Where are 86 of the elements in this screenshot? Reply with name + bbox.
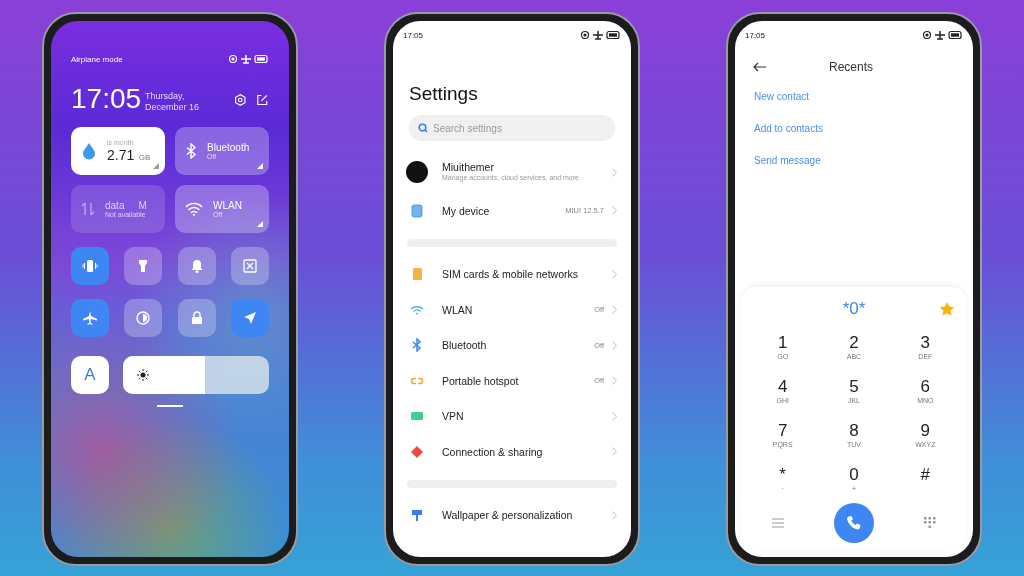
settings-icon[interactable] xyxy=(233,93,247,107)
dialed-number: *0* xyxy=(842,299,866,319)
settings-item[interactable]: Connection & sharing xyxy=(393,434,631,470)
scissors-frame-icon xyxy=(243,259,257,273)
call-button[interactable] xyxy=(834,503,874,543)
bluetooth-icon xyxy=(185,143,197,159)
data-arrows-icon xyxy=(81,201,95,217)
tile-label: Bluetooth xyxy=(207,142,250,153)
chevron-icon xyxy=(612,167,617,177)
chevron-icon xyxy=(612,510,617,520)
paint-roller-icon xyxy=(412,510,422,522)
star-icon[interactable] xyxy=(939,301,955,317)
chevron-icon xyxy=(612,447,617,457)
search-field[interactable]: Search settings xyxy=(409,115,615,141)
toggle-button[interactable] xyxy=(124,299,163,337)
status-time: 17:05 xyxy=(745,30,766,40)
action-link[interactable]: New contact xyxy=(754,91,954,102)
page-title: Recents xyxy=(829,60,874,74)
corner-icon xyxy=(153,163,159,169)
toggle-button[interactable] xyxy=(71,299,109,337)
item-label: Wallpaper & personalization xyxy=(442,509,573,522)
action-link[interactable]: Send message xyxy=(754,155,954,166)
status-icons xyxy=(581,30,621,40)
chevron-icon xyxy=(612,376,617,386)
status-icons xyxy=(229,54,269,64)
settings-item[interactable]: Wallpaper & personalization xyxy=(393,497,631,533)
item-label: My device xyxy=(442,204,490,217)
status-text: Airplane mode xyxy=(71,54,123,64)
airplane-icon xyxy=(83,311,97,325)
status-icons xyxy=(923,30,963,40)
settings-item[interactable]: SIM cards & mobile networks xyxy=(393,256,631,292)
phone-icon xyxy=(846,515,862,531)
account-name: Miuithemer xyxy=(442,161,495,174)
item-label: SIM cards & mobile networks xyxy=(442,268,578,281)
back-arrow-icon[interactable] xyxy=(753,62,767,72)
brightness-slider[interactable] xyxy=(123,356,269,394)
chevron-icon xyxy=(612,206,617,216)
vibrate-icon xyxy=(82,260,98,272)
chevron-icon xyxy=(612,269,617,279)
bell-icon xyxy=(191,260,203,273)
item-label: WLAN xyxy=(442,303,473,316)
wifi-icon xyxy=(410,305,424,315)
toggle-button[interactable] xyxy=(231,247,269,285)
item-label: Bluetooth xyxy=(442,339,487,352)
pull-handle[interactable] xyxy=(157,405,183,407)
corner-icon xyxy=(257,221,263,227)
date-text: Thursday, December 16 xyxy=(145,90,201,113)
chevron-icon xyxy=(612,340,617,350)
device-icon xyxy=(411,204,423,218)
toggle-button[interactable] xyxy=(124,247,163,285)
unit-label: GB xyxy=(138,152,151,162)
lock-icon xyxy=(191,311,202,324)
bluetooth-icon xyxy=(412,338,422,353)
item-label: Portable hotspot xyxy=(442,374,519,387)
link-icon xyxy=(410,377,424,385)
item-label: VPN xyxy=(442,410,464,423)
auto-brightness-button[interactable]: A xyxy=(71,356,109,394)
corner-icon xyxy=(257,163,263,169)
avatar-placeholder xyxy=(406,161,428,183)
tile-label: data xyxy=(105,200,125,211)
status-time: 17:05 xyxy=(403,30,424,40)
sun-icon xyxy=(137,369,149,381)
vpn-icon xyxy=(411,412,423,421)
settings-item[interactable]: VPN xyxy=(393,398,631,434)
clock-time: 17:05 xyxy=(71,85,142,113)
tile-label: WLAN xyxy=(213,200,242,211)
action-link[interactable]: Add to contacts xyxy=(754,123,954,134)
wifi-icon xyxy=(185,202,203,216)
keypad-icon[interactable] xyxy=(924,517,936,529)
tile-label-overflow: M xyxy=(138,200,147,211)
toggle-button[interactable] xyxy=(177,299,216,337)
flashlight-icon xyxy=(139,260,148,272)
item-label: Connection & sharing xyxy=(442,445,543,458)
navigation-arrow-icon xyxy=(244,312,256,324)
edit-icon[interactable] xyxy=(256,93,269,107)
chevron-icon xyxy=(612,305,617,315)
data-usage-value: 2.71 xyxy=(107,146,135,163)
toggle-button[interactable] xyxy=(71,247,109,285)
water-drop-icon xyxy=(81,142,97,160)
toggle-button[interactable] xyxy=(231,299,269,337)
chevron-icon xyxy=(612,411,617,421)
contrast-icon xyxy=(136,311,151,325)
sim-card-icon xyxy=(413,268,422,281)
dial-key[interactable]: # xyxy=(889,465,961,503)
page-title: Settings xyxy=(409,83,479,105)
toggle-button[interactable] xyxy=(177,247,216,285)
